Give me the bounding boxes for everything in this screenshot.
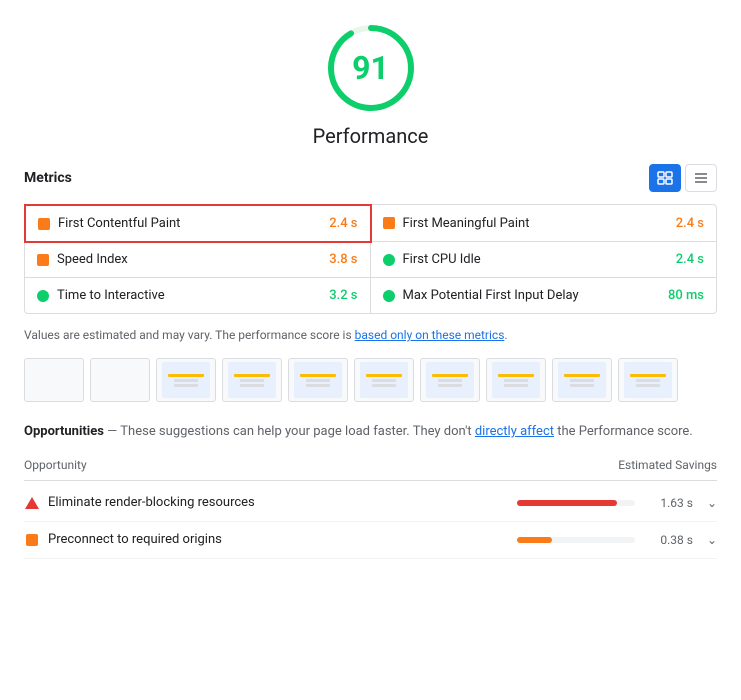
- opportunity-item[interactable]: Eliminate render-blocking resources 1.63…: [24, 485, 717, 522]
- opportunities-list: Eliminate render-blocking resources 1.63…: [24, 485, 717, 559]
- opportunity-item[interactable]: Preconnect to required origins 0.38 s ⌄: [24, 522, 717, 559]
- opp-bar-fill: [517, 537, 552, 543]
- metric-item: First CPU Idle 2.4 s: [371, 242, 717, 278]
- opp-icon: [24, 495, 40, 511]
- info-icon: [26, 534, 38, 546]
- metric-name: First CPU Idle: [403, 252, 676, 267]
- chevron-down-icon: ⌄: [707, 533, 717, 547]
- thumbnail-item[interactable]: [552, 358, 612, 402]
- warning-icon: [25, 497, 39, 509]
- metrics-header: Metrics: [24, 164, 717, 192]
- metric-item: Time to Interactive 3.2 s: [25, 278, 371, 313]
- list-view-button[interactable]: [685, 164, 717, 192]
- score-circle: 91: [323, 20, 419, 116]
- grid-view-button[interactable]: [649, 164, 681, 192]
- opp-savings: 0.38 s: [643, 533, 693, 547]
- opp-bar-track: [517, 537, 635, 543]
- metric-dot: [38, 218, 50, 230]
- thumbnail-preview: [360, 362, 408, 398]
- opp-savings: 1.63 s: [643, 496, 693, 510]
- thumbnail-preview: [426, 362, 474, 398]
- metric-value: 2.4 s: [329, 216, 357, 231]
- thumbnail-item[interactable]: [354, 358, 414, 402]
- thumbnail-preview: [558, 362, 606, 398]
- thumbnail-preview: [162, 362, 210, 398]
- thumbnail-preview: [492, 362, 540, 398]
- metric-name: First Meaningful Paint: [403, 216, 676, 231]
- opp-name: Preconnect to required origins: [48, 532, 517, 547]
- opp-bar-fill: [517, 500, 617, 506]
- thumbnail-item[interactable]: [288, 358, 348, 402]
- metric-item: Max Potential First Input Delay 80 ms: [371, 278, 717, 313]
- metric-name: Time to Interactive: [57, 288, 329, 303]
- info-text: Values are estimated and may vary. The p…: [24, 326, 717, 344]
- metric-dot: [37, 254, 49, 266]
- metric-name: Speed Index: [57, 252, 329, 267]
- opp-col-savings: Estimated Savings: [618, 458, 717, 472]
- metric-dot: [383, 217, 395, 229]
- thumbnail-item[interactable]: [24, 358, 84, 402]
- thumbnail-item[interactable]: [90, 358, 150, 402]
- metric-name: First Contentful Paint: [58, 216, 329, 231]
- opp-bar-area: 0.38 s ⌄: [517, 533, 717, 547]
- directly-affect-link[interactable]: directly affect: [475, 424, 554, 439]
- opp-col-opportunity: Opportunity: [24, 458, 87, 472]
- thumbnail-item[interactable]: [156, 358, 216, 402]
- chevron-down-icon: ⌄: [707, 496, 717, 510]
- metric-item: First Contentful Paint 2.4 s: [24, 204, 372, 243]
- thumbnail-item[interactable]: [486, 358, 546, 402]
- opp-bar-area: 1.63 s ⌄: [517, 496, 717, 510]
- thumbnail-item[interactable]: [420, 358, 480, 402]
- metric-value: 3.8 s: [329, 252, 357, 267]
- metric-value: 2.4 s: [676, 252, 704, 267]
- opportunities-header: Opportunities — These suggestions can he…: [24, 422, 717, 442]
- thumbnail-item[interactable]: [222, 358, 282, 402]
- thumbnails-strip: [24, 358, 717, 402]
- metric-item: Speed Index 3.8 s: [25, 242, 371, 278]
- score-value: 91: [352, 49, 389, 87]
- opportunities-title: Opportunities: [24, 424, 104, 439]
- thumbnail-preview: [624, 362, 672, 398]
- opp-table-header: Opportunity Estimated Savings: [24, 454, 717, 481]
- metrics-grid: First Contentful Paint 2.4 s First Meani…: [24, 204, 717, 314]
- metric-value: 3.2 s: [329, 288, 357, 303]
- metric-item: First Meaningful Paint 2.4 s: [371, 205, 717, 242]
- metric-dot: [37, 290, 49, 302]
- metrics-title: Metrics: [24, 170, 72, 186]
- thumbnail-preview: [294, 362, 342, 398]
- metric-dot: [383, 254, 395, 266]
- opp-bar-track: [517, 500, 635, 506]
- performance-label: Performance: [313, 124, 429, 148]
- opp-name: Eliminate render-blocking resources: [48, 495, 517, 510]
- metric-value: 80 ms: [668, 288, 704, 303]
- score-section: 91 Performance: [24, 20, 717, 148]
- metric-dot: [383, 290, 395, 302]
- metric-value: 2.4 s: [676, 216, 704, 231]
- thumbnail-item[interactable]: [618, 358, 678, 402]
- metrics-link[interactable]: based only on these metrics: [355, 328, 505, 342]
- opp-icon: [24, 532, 40, 548]
- metric-name: Max Potential First Input Delay: [403, 288, 668, 303]
- view-toggle: [649, 164, 717, 192]
- thumbnail-preview: [228, 362, 276, 398]
